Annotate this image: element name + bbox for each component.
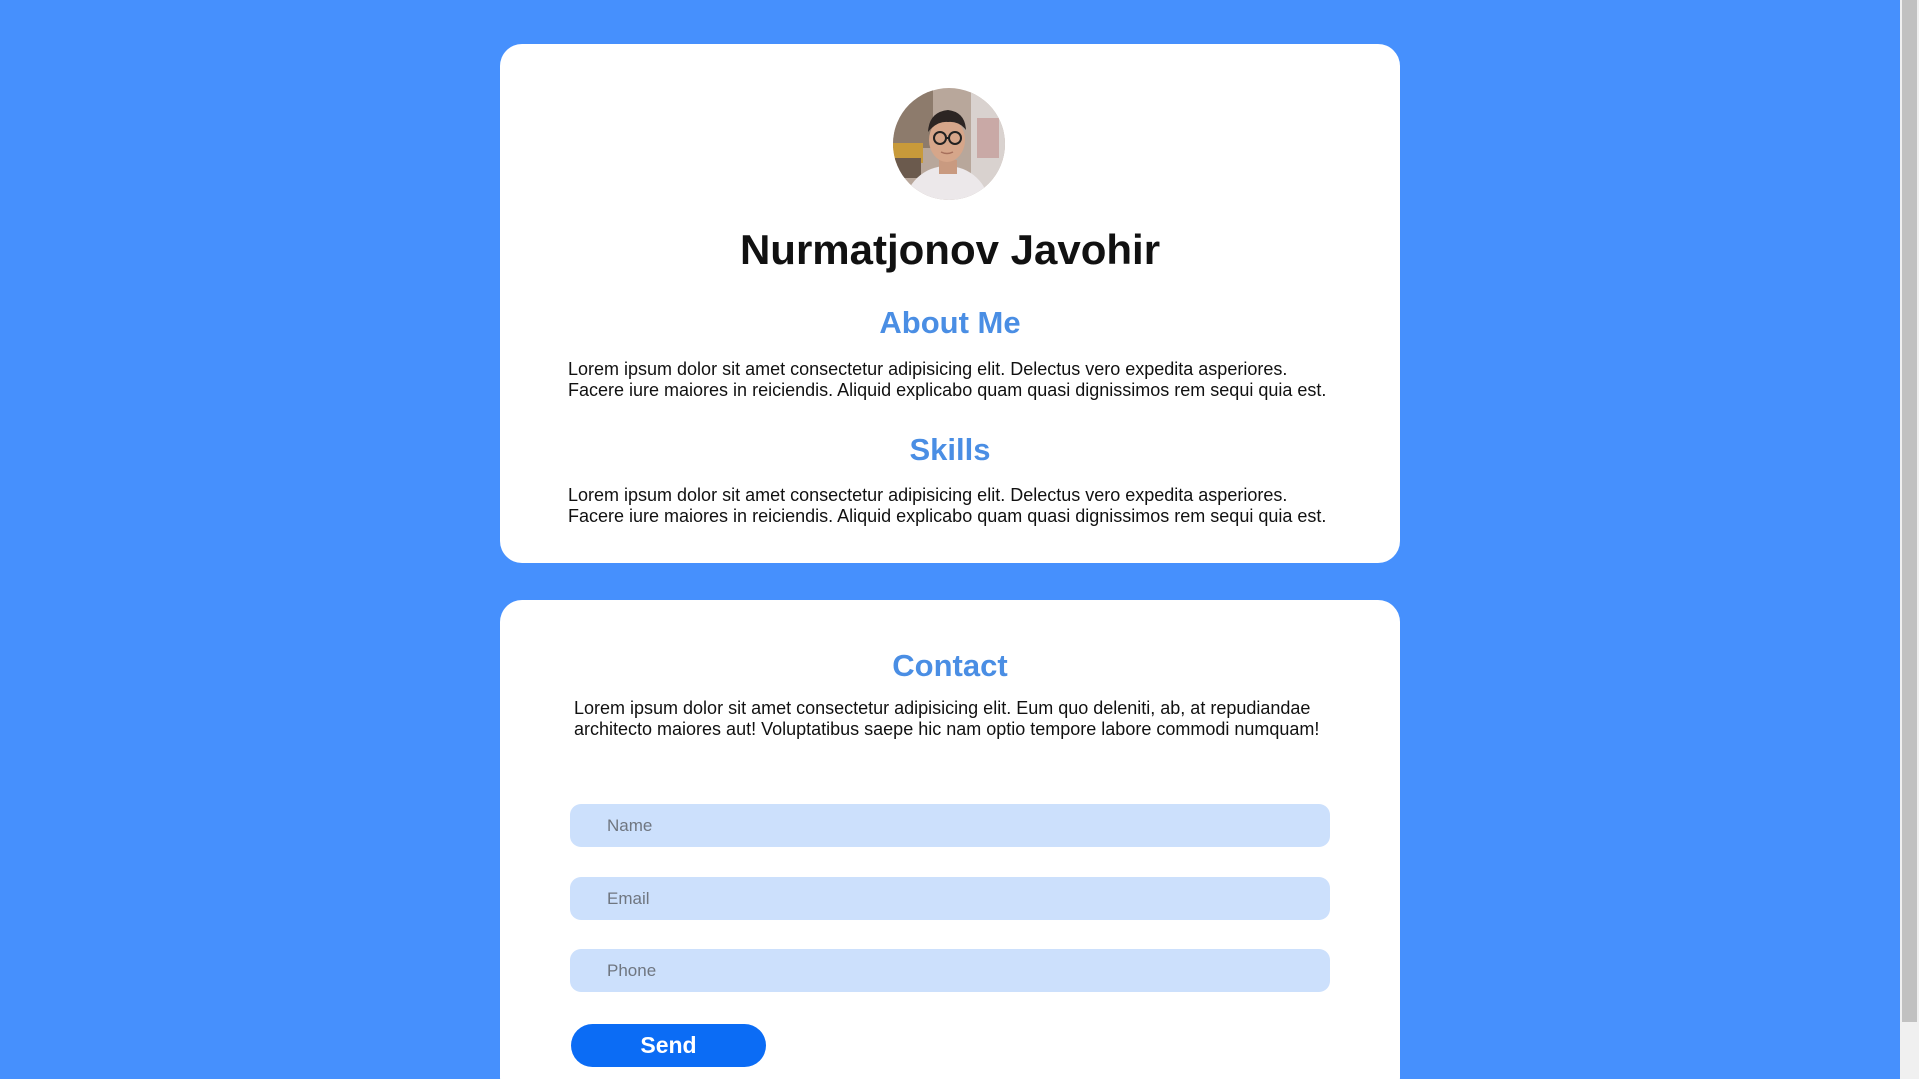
skills-heading: Skills xyxy=(909,432,991,467)
profile-photo-icon xyxy=(893,88,1005,200)
about-text: Lorem ipsum dolor sit amet consectetur a… xyxy=(568,359,1327,400)
about-heading: About Me xyxy=(879,305,1021,340)
email-field[interactable] xyxy=(570,877,1330,920)
contact-text: Lorem ipsum dolor sit amet consectetur a… xyxy=(574,698,1320,739)
avatar xyxy=(893,88,1005,200)
skills-text: Lorem ipsum dolor sit amet consectetur a… xyxy=(568,485,1327,526)
phone-field[interactable] xyxy=(570,949,1330,992)
scrollbar-thumb[interactable] xyxy=(1902,0,1917,1022)
name-field[interactable] xyxy=(570,804,1330,847)
profile-card: Nurmatjonov Javohir About Me Lorem ipsum… xyxy=(500,44,1400,563)
send-button[interactable]: Send xyxy=(571,1024,766,1067)
contact-card: Contact Lorem ipsum dolor sit amet conse… xyxy=(500,600,1400,1079)
profile-name: Nurmatjonov Javohir xyxy=(739,226,1161,273)
page-scrollbar[interactable] xyxy=(1900,0,1919,1079)
contact-heading: Contact xyxy=(892,648,1008,683)
